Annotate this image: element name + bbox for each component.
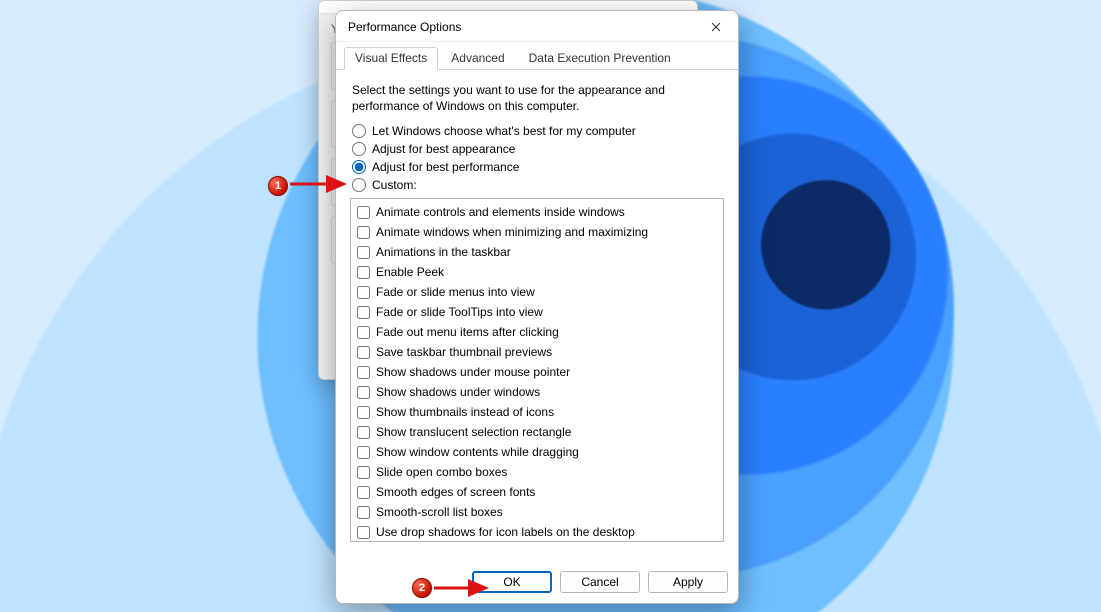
close-icon: [711, 22, 721, 32]
tab-label: Data Execution Prevention: [529, 51, 671, 65]
visual-effect-checkbox[interactable]: [357, 426, 370, 439]
visual-effect-checkbox[interactable]: [357, 346, 370, 359]
tab-bar: Visual Effects Advanced Data Execution P…: [336, 42, 738, 70]
visual-effect-label: Animations in the taskbar: [376, 243, 511, 261]
visual-effect-label: Use drop shadows for icon labels on the …: [376, 523, 635, 541]
radio-label: Let Windows choose what's best for my co…: [372, 124, 636, 138]
visual-effect-item[interactable]: Fade or slide ToolTips into view: [355, 302, 719, 322]
visual-effect-checkbox[interactable]: [357, 266, 370, 279]
radio-input[interactable]: [352, 142, 366, 156]
visual-effect-item[interactable]: Fade out menu items after clicking: [355, 322, 719, 342]
visual-effect-checkbox[interactable]: [357, 326, 370, 339]
visual-effect-label: Smooth-scroll list boxes: [376, 503, 503, 521]
visual-effect-item[interactable]: Slide open combo boxes: [355, 462, 719, 482]
tab-content: Select the settings you want to use for …: [336, 70, 738, 563]
callout-number: 1: [275, 180, 281, 192]
cancel-button[interactable]: Cancel: [560, 571, 640, 593]
tab-label: Visual Effects: [355, 51, 427, 65]
visual-effect-label: Show shadows under mouse pointer: [376, 363, 570, 381]
visual-effect-item[interactable]: Animate controls and elements inside win…: [355, 202, 719, 222]
visual-effect-label: Fade or slide ToolTips into view: [376, 303, 543, 321]
visual-effect-item[interactable]: Fade or slide menus into view: [355, 282, 719, 302]
visual-effect-item[interactable]: Enable Peek: [355, 262, 719, 282]
visual-effect-item[interactable]: Smooth edges of screen fonts: [355, 482, 719, 502]
visual-effect-checkbox[interactable]: [357, 526, 370, 539]
visual-effect-checkbox[interactable]: [357, 366, 370, 379]
visual-effect-checkbox[interactable]: [357, 306, 370, 319]
callout-number: 2: [419, 582, 425, 594]
radio-best-appearance[interactable]: Adjust for best appearance: [352, 142, 724, 156]
ok-button[interactable]: OK: [472, 571, 552, 593]
visual-effect-checkbox[interactable]: [357, 446, 370, 459]
dialog-title: Performance Options: [348, 20, 461, 34]
visual-effect-item[interactable]: Show window contents while dragging: [355, 442, 719, 462]
titlebar: Performance Options: [336, 11, 738, 42]
radio-input[interactable]: [352, 178, 366, 192]
description-text: Select the settings you want to use for …: [352, 82, 682, 114]
visual-effect-label: Smooth edges of screen fonts: [376, 483, 535, 501]
visual-effect-label: Show shadows under windows: [376, 383, 540, 401]
visual-effect-checkbox[interactable]: [357, 286, 370, 299]
radio-let-windows-choose[interactable]: Let Windows choose what's best for my co…: [352, 124, 724, 138]
radio-custom[interactable]: Custom:: [352, 178, 724, 192]
tab-advanced[interactable]: Advanced: [440, 47, 515, 70]
radio-group: Let Windows choose what's best for my co…: [352, 124, 724, 192]
visual-effect-label: Fade or slide menus into view: [376, 283, 535, 301]
tab-label: Advanced: [451, 51, 504, 65]
visual-effect-checkbox[interactable]: [357, 406, 370, 419]
visual-effect-label: Enable Peek: [376, 263, 444, 281]
visual-effect-checkbox[interactable]: [357, 206, 370, 219]
visual-effect-item[interactable]: Show thumbnails instead of icons: [355, 402, 719, 422]
radio-label: Custom:: [372, 178, 417, 192]
radio-label: Adjust for best performance: [372, 160, 519, 174]
visual-effect-label: Slide open combo boxes: [376, 463, 507, 481]
apply-button[interactable]: Apply: [648, 571, 728, 593]
visual-effect-label: Show thumbnails instead of icons: [376, 403, 554, 421]
tab-dep[interactable]: Data Execution Prevention: [518, 47, 682, 70]
visual-effect-checkbox[interactable]: [357, 486, 370, 499]
performance-options-dialog: Performance Options Visual Effects Advan…: [335, 10, 739, 604]
visual-effect-checkbox[interactable]: [357, 386, 370, 399]
visual-effect-label: Fade out menu items after clicking: [376, 323, 559, 341]
visual-effect-checkbox[interactable]: [357, 226, 370, 239]
visual-effect-item[interactable]: Show translucent selection rectangle: [355, 422, 719, 442]
visual-effect-item[interactable]: Use drop shadows for icon labels on the …: [355, 522, 719, 542]
visual-effect-label: Animate windows when minimizing and maxi…: [376, 223, 648, 241]
radio-input[interactable]: [352, 160, 366, 174]
tab-visual-effects[interactable]: Visual Effects: [344, 47, 438, 70]
annotation-callout-1: 1: [268, 176, 288, 196]
visual-effect-label: Show window contents while dragging: [376, 443, 579, 461]
visual-effect-label: Animate controls and elements inside win…: [376, 203, 625, 221]
visual-effect-checkbox[interactable]: [357, 246, 370, 259]
dialog-button-row: OK Cancel Apply: [336, 563, 738, 603]
visual-effect-item[interactable]: Smooth-scroll list boxes: [355, 502, 719, 522]
visual-effects-list[interactable]: Animate controls and elements inside win…: [350, 198, 724, 542]
visual-effect-item[interactable]: Show shadows under windows: [355, 382, 719, 402]
radio-input[interactable]: [352, 124, 366, 138]
visual-effect-item[interactable]: Show shadows under mouse pointer: [355, 362, 719, 382]
visual-effect-label: Save taskbar thumbnail previews: [376, 343, 552, 361]
visual-effect-item[interactable]: Animations in the taskbar: [355, 242, 719, 262]
visual-effect-label: Show translucent selection rectangle: [376, 423, 571, 441]
close-button[interactable]: [702, 17, 730, 37]
radio-label: Adjust for best appearance: [372, 142, 515, 156]
radio-best-performance[interactable]: Adjust for best performance: [352, 160, 724, 174]
visual-effect-checkbox[interactable]: [357, 506, 370, 519]
visual-effect-item[interactable]: Save taskbar thumbnail previews: [355, 342, 719, 362]
visual-effect-checkbox[interactable]: [357, 466, 370, 479]
visual-effect-item[interactable]: Animate windows when minimizing and maxi…: [355, 222, 719, 242]
annotation-callout-2: 2: [412, 578, 432, 598]
